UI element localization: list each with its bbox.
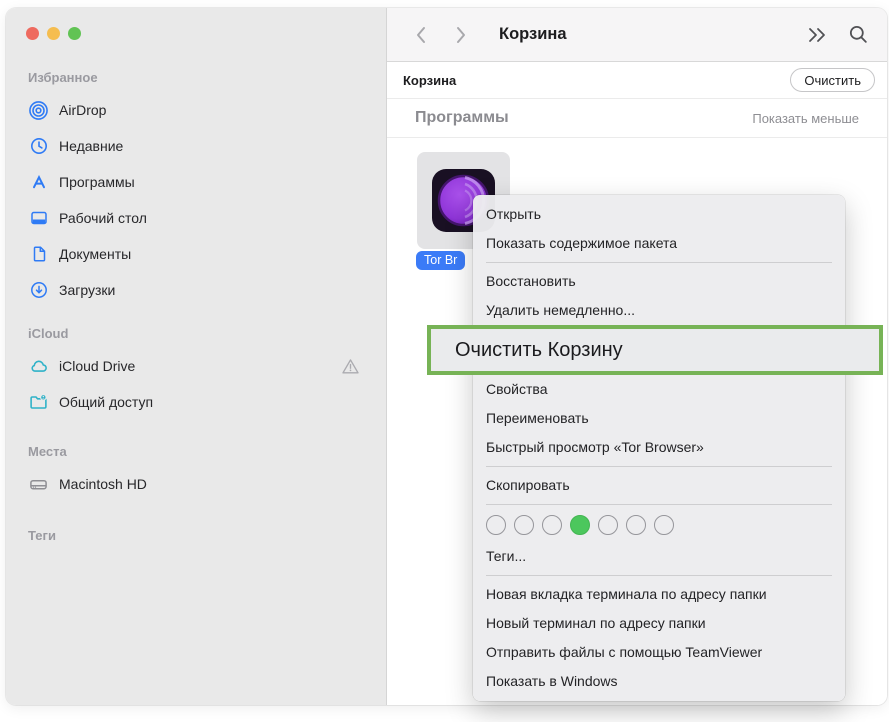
location-bar: Корзина Очистить (387, 62, 887, 99)
tag-color-dots (473, 509, 845, 542)
sidebar-item-applications[interactable]: Программы (22, 164, 374, 200)
sidebar-item-label: Общий доступ (59, 394, 153, 410)
sidebar-item-macintosh-hd[interactable]: Macintosh HD (22, 466, 374, 502)
window-title: Корзина (499, 25, 567, 44)
toolbar: Корзина (387, 8, 887, 62)
desktop-icon (28, 208, 49, 228)
menu-item-empty-trash-highlighted[interactable]: Очистить Корзину (427, 325, 883, 375)
zoom-window-button[interactable] (68, 27, 81, 40)
group-header: Программы Показать меньше (387, 99, 887, 138)
sidebar-section-icloud: iCloud iCloud Drive (22, 320, 374, 420)
menu-item-delete-immediately[interactable]: Удалить немедленно... (473, 296, 845, 325)
sidebar-item-airdrop[interactable]: AirDrop (22, 92, 374, 128)
sidebar-section-locations: Места Macintosh HD (22, 438, 374, 502)
tag-dot[interactable] (654, 515, 674, 535)
sidebar-section-label: Места (22, 438, 374, 466)
sidebar-section-label: Избранное (22, 64, 374, 92)
menu-item-open[interactable]: Открыть (473, 200, 845, 229)
more-toolbar-items-icon[interactable] (806, 27, 828, 43)
show-less-link[interactable]: Показать меньше (752, 111, 859, 126)
airdrop-icon (28, 100, 49, 120)
search-icon[interactable] (848, 24, 869, 45)
sidebar-section-favorites: Избранное AirDrop Недавние (22, 64, 374, 308)
tag-dot[interactable] (542, 515, 562, 535)
document-icon (28, 244, 49, 264)
empty-trash-button[interactable]: Очистить (790, 68, 875, 92)
menu-separator (486, 262, 832, 263)
sidebar-item-label: Недавние (59, 138, 123, 154)
sidebar-section-label: iCloud (22, 320, 374, 348)
menu-item-get-info[interactable]: Свойства (473, 375, 845, 404)
sidebar: Избранное AirDrop Недавние (6, 8, 387, 705)
menu-item-put-back[interactable]: Восстановить (473, 267, 845, 296)
sidebar-item-icloud-drive[interactable]: iCloud Drive (22, 348, 374, 384)
minimize-window-button[interactable] (47, 27, 60, 40)
menu-item-quick-look[interactable]: Быстрый просмотр «Tor Browser» (473, 433, 845, 462)
location-label: Корзина (403, 73, 456, 88)
tag-dot[interactable] (514, 515, 534, 535)
context-menu: Открыть Показать содержимое пакета Восст… (473, 195, 845, 701)
tag-dot-green[interactable] (570, 515, 590, 535)
sidebar-item-desktop[interactable]: Рабочий стол (22, 200, 374, 236)
sidebar-item-downloads[interactable]: Загрузки (22, 272, 374, 308)
sidebar-item-label: Программы (59, 174, 135, 190)
traffic-lights (26, 27, 81, 40)
sidebar-item-label: AirDrop (59, 102, 106, 118)
forward-button[interactable] (449, 21, 473, 49)
sidebar-item-shared[interactable]: Общий доступ (22, 384, 374, 420)
sidebar-item-label: Рабочий стол (59, 210, 147, 226)
back-button[interactable] (409, 21, 433, 49)
menu-item-copy[interactable]: Скопировать (473, 471, 845, 500)
clock-icon (28, 136, 49, 156)
warning-icon (341, 357, 360, 376)
applications-icon (28, 172, 49, 192)
hard-drive-icon (28, 474, 49, 494)
tag-dot[interactable] (626, 515, 646, 535)
menu-item-show-in-windows[interactable]: Показать в Windows (473, 667, 845, 696)
sidebar-section-label: Теги (22, 522, 374, 550)
sidebar-section-tags: Теги (22, 522, 374, 550)
downloads-icon (28, 280, 49, 300)
sidebar-item-label: Macintosh HD (59, 476, 147, 492)
sidebar-item-recents[interactable]: Недавние (22, 128, 374, 164)
group-title: Программы (415, 109, 509, 127)
sidebar-item-label: iCloud Drive (59, 358, 135, 374)
menu-item-rename[interactable]: Переименовать (473, 404, 845, 433)
sidebar-item-label: Загрузки (59, 282, 115, 298)
menu-separator (486, 575, 832, 576)
menu-item-new-terminal-tab[interactable]: Новая вкладка терминала по адресу папки (473, 580, 845, 609)
sidebar-nav: Избранное AirDrop Недавние (22, 64, 374, 550)
finder-window: Избранное AirDrop Недавние (6, 8, 887, 705)
tag-dot[interactable] (486, 515, 506, 535)
menu-separator (486, 504, 832, 505)
tag-dot[interactable] (598, 515, 618, 535)
menu-item-tags[interactable]: Теги... (473, 542, 845, 571)
sidebar-item-label: Документы (59, 246, 131, 262)
file-name-badge: Tor Br (416, 251, 465, 270)
icloud-icon (28, 356, 49, 376)
sidebar-item-documents[interactable]: Документы (22, 236, 374, 272)
menu-item-show-package-contents[interactable]: Показать содержимое пакета (473, 229, 845, 258)
shared-folder-icon (28, 392, 49, 412)
menu-separator (486, 466, 832, 467)
menu-item-new-terminal[interactable]: Новый терминал по адресу папки (473, 609, 845, 638)
menu-item-send-teamviewer[interactable]: Отправить файлы с помощью TeamViewer (473, 638, 845, 667)
close-window-button[interactable] (26, 27, 39, 40)
